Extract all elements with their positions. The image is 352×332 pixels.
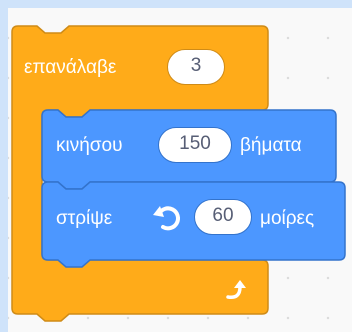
move-suffix: βήματα [240,135,302,156]
turn-label: στρίψε [56,208,113,229]
loop-arrow-icon [226,280,246,300]
turn-suffix: μοίρες [260,208,315,229]
turn-degrees-input[interactable]: 60 [194,199,252,235]
rotate-left-icon [153,206,180,231]
move-label: κινήσου [56,135,123,156]
repeat-count-input[interactable]: 3 [167,49,225,85]
move-steps-input[interactable]: 150 [158,127,232,163]
repeat-label: επανάλαβε [24,57,117,78]
script-stack [11,25,346,322]
